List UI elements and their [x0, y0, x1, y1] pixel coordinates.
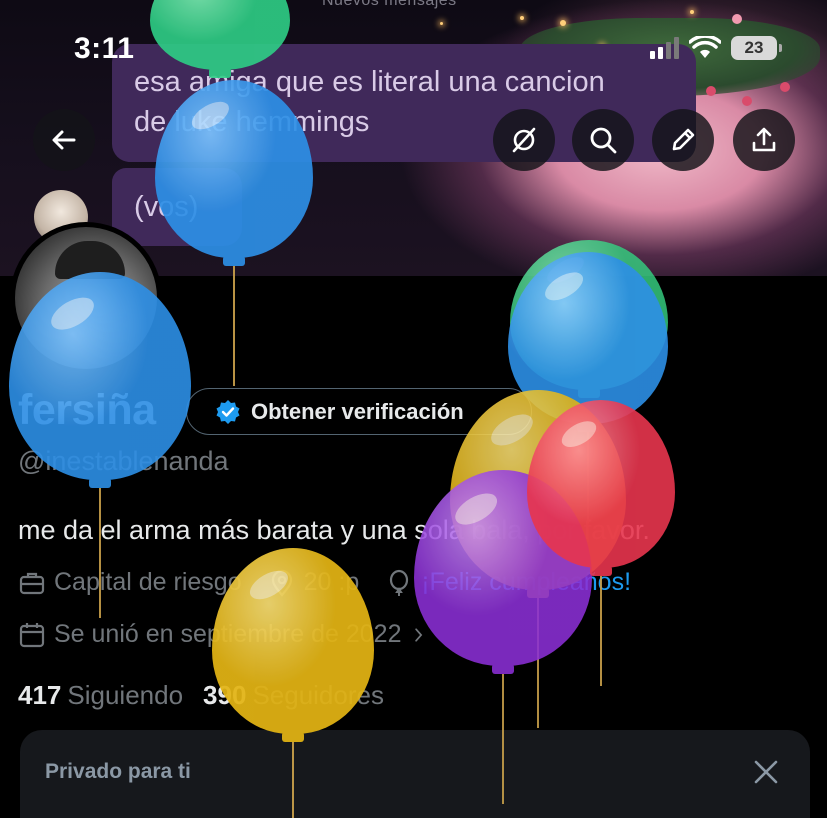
edit-button[interactable]: [652, 109, 714, 171]
share-button[interactable]: [733, 109, 795, 171]
follow-stats: 417 Siguiendo 390 Seguidores: [18, 680, 384, 711]
chevron-right-icon: [415, 627, 423, 642]
signal-icon: [650, 37, 679, 59]
banner-flower: [706, 86, 716, 96]
battery-icon: 23: [731, 36, 782, 60]
location-pin-icon: [271, 569, 292, 597]
banner-sparkle: [440, 22, 443, 25]
grok-icon: [512, 127, 536, 153]
search-icon: [590, 127, 617, 154]
profile-category: Capital de riesgo: [18, 568, 242, 597]
category-text: Capital de riesgo: [54, 568, 242, 596]
birthday-link[interactable]: ¡Feliz cumpleaños!: [421, 568, 631, 597]
banner-flower: [780, 82, 790, 92]
display-name: fersiña: [18, 386, 156, 434]
arrow-left-icon: [52, 130, 76, 150]
back-button[interactable]: [33, 109, 95, 171]
verified-badge-icon: [216, 399, 240, 424]
balloon-decoration: [527, 400, 675, 692]
profile-birthday[interactable]: ¡Feliz cumpleaños!: [385, 568, 631, 597]
private-card: Privado para ti: [20, 730, 810, 818]
followers-link[interactable]: 390 Seguidores: [203, 680, 384, 711]
banner-flower: [742, 96, 752, 106]
banner-flower: [732, 14, 742, 24]
profile-bio: me da el arma más barata y una sola bala…: [18, 515, 650, 545]
banner-header-text: Nuevos mensajes: [322, 0, 457, 9]
following-count: 417: [18, 680, 62, 710]
close-button[interactable]: [748, 754, 784, 790]
profile-joined-row: Se unió en septiembre de 2022: [18, 620, 455, 649]
search-button[interactable]: [572, 109, 634, 171]
banner-sparkle: [560, 20, 566, 26]
close-icon: [754, 760, 778, 784]
private-card-title: Privado para ti: [45, 760, 191, 783]
banner-sparkle: [520, 16, 524, 20]
joined-text: Se unió en septiembre de 2022: [54, 620, 402, 648]
following-link[interactable]: 417 Siguiendo: [18, 680, 183, 711]
balloon-icon: [390, 569, 409, 596]
profile-location: 20 :p: [268, 568, 360, 597]
status-time: 3:11: [74, 32, 135, 65]
status-icons: 23: [650, 36, 782, 60]
wifi-icon: [689, 36, 721, 58]
followers-count: 390: [203, 680, 247, 710]
share-icon: [752, 127, 776, 152]
chat-bubble-line: esa amiga que es literal una cancion: [134, 66, 605, 98]
balloon-decoration: [450, 390, 626, 734]
pencil-icon: [672, 128, 695, 151]
avatar-image: [15, 227, 157, 369]
calendar-icon: [19, 622, 45, 647]
chat-bubble-line: (vos): [134, 191, 199, 223]
briefcase-icon: [19, 572, 45, 594]
profile-meta-row: Capital de riesgo 20 :p ¡Feliz cumpleaño…: [18, 568, 657, 597]
banner-sparkle: [690, 10, 694, 14]
profile-avatar[interactable]: [10, 222, 162, 374]
followers-label: Seguidores: [252, 680, 384, 710]
get-verified-button[interactable]: Obtener verificación: [186, 388, 532, 435]
user-handle: @inestablenanda: [18, 446, 229, 476]
profile-joined: Se unió en septiembre de 2022: [18, 620, 429, 649]
location-text: 20 :p: [303, 568, 360, 596]
grok-button[interactable]: [493, 109, 555, 171]
following-label: Siguiendo: [67, 680, 184, 710]
balloon-decoration: [508, 252, 668, 548]
get-verified-label: Obtener verificación: [251, 398, 464, 424]
chat-bubble: (vos): [112, 168, 242, 246]
